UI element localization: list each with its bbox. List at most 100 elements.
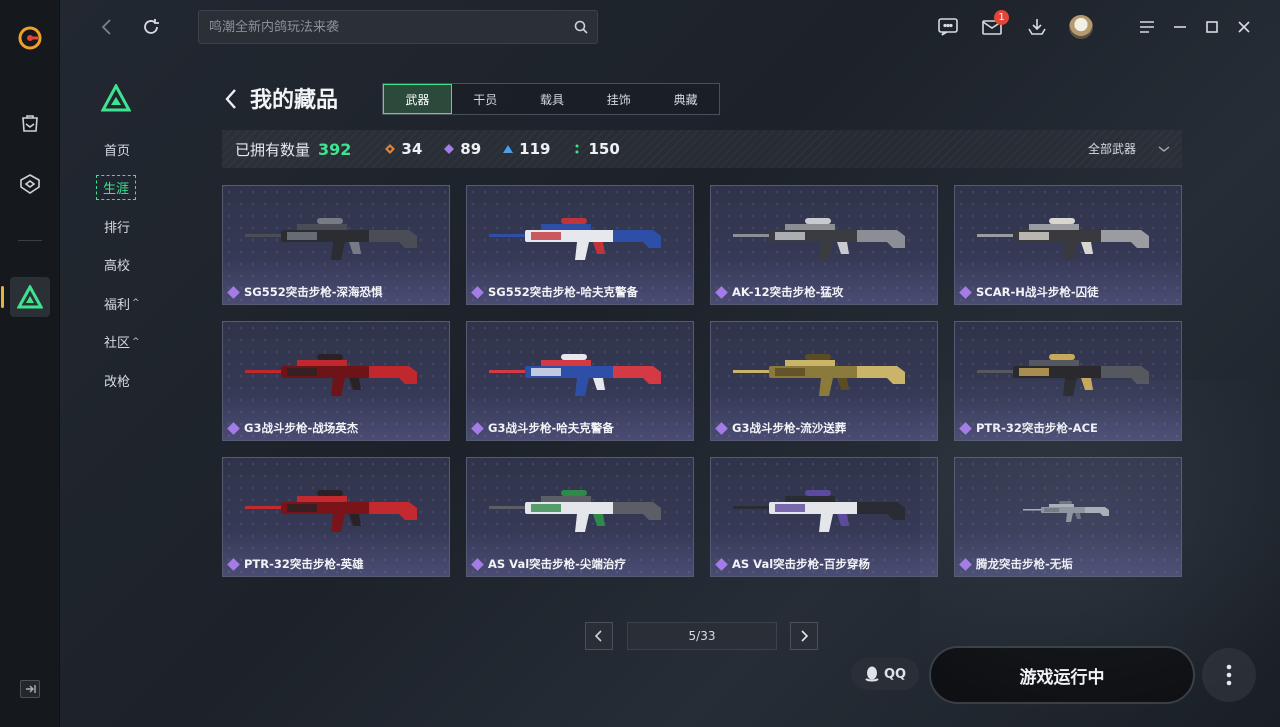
weapon-card[interactable]: AK-12突击步枪-猛攻 <box>710 185 938 305</box>
top-bar: 1 <box>60 0 1280 54</box>
owned-count: 392 <box>318 139 352 159</box>
tab-collection[interactable]: 典藏 <box>652 84 719 114</box>
qq-button[interactable]: QQ <box>851 658 919 690</box>
blue-triangle-icon <box>503 145 514 153</box>
chat-icon[interactable] <box>936 15 960 39</box>
weapon-name-row: PTR-32突击步枪-英雄 <box>227 556 364 572</box>
weapon-name-row: G3战斗步枪-哈夫克警备 <box>471 420 614 436</box>
subnav-item-home[interactable]: 首页 <box>94 130 164 169</box>
weapon-name-row: AK-12突击步枪-猛攻 <box>715 284 844 300</box>
weapon-card[interactable]: PTR-32突击步枪-ACE <box>954 321 1182 441</box>
weapon-filter-dropdown[interactable]: 全部武器 <box>1088 140 1170 157</box>
rifle-image <box>977 354 1149 396</box>
purple-rarity-icon <box>959 285 972 299</box>
search-box <box>198 10 598 44</box>
sub-navigation: 首页 生涯 排行 高校 福利 ^ 社区 ^ 改枪 <box>94 130 164 400</box>
weapon-card[interactable]: SG552突击步枪-哈夫克警备 <box>466 185 694 305</box>
maximize-icon[interactable] <box>1200 15 1224 39</box>
user-avatar[interactable] <box>1069 15 1093 39</box>
rail-divider <box>18 240 42 241</box>
weapon-name: G3战斗步枪-哈夫克警备 <box>488 421 614 435</box>
prev-page-button[interactable] <box>585 622 613 650</box>
purple-rarity-icon <box>471 421 484 435</box>
rifle-image <box>489 490 661 532</box>
weapon-name: G3战斗步枪-流沙送葬 <box>732 421 847 435</box>
rarity-stat-purple: 89 <box>444 140 481 158</box>
rifle-image <box>733 490 905 532</box>
weapon-card[interactable]: AS Val突击步枪-百步穿杨 <box>710 457 938 577</box>
tab-operators[interactable]: 干员 <box>452 84 519 114</box>
download-icon[interactable] <box>1025 15 1049 39</box>
left-rail <box>0 0 60 727</box>
weapon-card[interactable]: G3战斗步枪-哈夫克警备 <box>466 321 694 441</box>
mail-icon[interactable]: 1 <box>980 10 1009 39</box>
purple-rarity-icon <box>227 421 240 435</box>
minimize-icon[interactable] <box>1168 15 1192 39</box>
page-back-icon[interactable] <box>222 86 240 112</box>
weapon-name: SG552突击步枪-哈夫克警备 <box>488 285 638 299</box>
tab-vehicles[interactable]: 载具 <box>519 84 586 114</box>
close-icon[interactable] <box>1232 15 1256 39</box>
page-indicator: 5/33 <box>627 622 777 650</box>
weapon-name: 腾龙突击步枪-无垢 <box>976 557 1073 571</box>
purple-diamond-icon <box>444 144 455 154</box>
weapon-card[interactable]: PTR-32突击步枪-英雄 <box>222 457 450 577</box>
app-window: 1 首页 生涯 排行 高校 福利^ 社区^ 改枪 我的藏品 <box>0 0 1280 727</box>
tab-weapons[interactable]: 武器 <box>383 84 452 114</box>
weapon-name: AS Val突击步枪-尖端治疗 <box>488 557 626 571</box>
purple-rarity-icon <box>959 421 972 435</box>
store-bag-icon[interactable] <box>10 103 50 143</box>
purple-rarity-icon <box>959 557 972 571</box>
rarity-stat-blue: 119 <box>503 140 550 158</box>
chevron-down-icon <box>1158 145 1170 152</box>
rifle-image <box>489 218 661 260</box>
subnav-item-gunsmith[interactable]: 改枪 <box>94 361 164 400</box>
collapse-sidebar-icon[interactable] <box>20 680 40 698</box>
weapon-name: PTR-32突击步枪-英雄 <box>244 557 364 571</box>
tab-charms[interactable]: 挂饰 <box>585 84 652 114</box>
refresh-icon[interactable] <box>140 16 162 38</box>
qq-penguin-icon <box>865 666 879 682</box>
rarity-stat-green: 150 <box>572 140 620 158</box>
weapon-card[interactable]: SCAR-H战斗步枪-囚徒 <box>954 185 1182 305</box>
purple-rarity-icon <box>715 421 728 435</box>
weapon-name: SG552突击步枪-深海恐惧 <box>244 285 383 299</box>
weapon-card[interactable]: SG552突击步枪-深海恐惧 <box>222 185 450 305</box>
weapon-name: SCAR-H战斗步枪-囚徒 <box>976 285 1099 299</box>
weapon-card[interactable]: G3战斗步枪-流沙送葬 <box>710 321 938 441</box>
game-running-button[interactable]: 游戏运行中 <box>929 646 1195 704</box>
weapon-name-row: SG552突击步枪-深海恐惧 <box>227 284 383 300</box>
weapon-card[interactable]: AS Val突击步枪-尖端治疗 <box>466 457 694 577</box>
subnav-item-community[interactable]: 社区 ^ <box>94 323 164 362</box>
delta-force-game-icon[interactable] <box>10 277 50 317</box>
back-nav-icon[interactable] <box>96 16 118 38</box>
more-options-icon[interactable] <box>1202 648 1256 702</box>
weapon-name-row: SG552突击步枪-哈夫克警备 <box>471 284 638 300</box>
orange-diamond-icon <box>385 144 396 154</box>
game-logo-icon <box>100 82 132 112</box>
subnav-item-welfare[interactable]: 福利 ^ <box>94 284 164 323</box>
weapon-card[interactable]: G3战斗步枪-战场英杰 <box>222 321 450 441</box>
weapon-name: PTR-32突击步枪-ACE <box>976 421 1098 435</box>
search-input[interactable] <box>209 11 559 43</box>
weapon-name: AK-12突击步枪-猛攻 <box>732 285 844 299</box>
purple-rarity-icon <box>715 285 728 299</box>
stats-bar: 已拥有数量 392 34 89 119 150 全部武器 <box>222 130 1182 168</box>
menu-icon[interactable] <box>1135 15 1159 39</box>
app-logo-icon[interactable] <box>10 18 50 58</box>
owned-label: 已拥有数量 <box>235 140 311 159</box>
weapon-name-row: PTR-32突击步枪-ACE <box>959 420 1098 436</box>
purple-rarity-icon <box>715 557 728 571</box>
rifle-image <box>489 354 661 396</box>
next-page-button[interactable] <box>790 622 818 650</box>
game-shield-icon[interactable] <box>10 164 50 204</box>
subnav-item-career[interactable]: 生涯 <box>94 169 164 208</box>
weapon-card[interactable]: 腾龙突击步枪-无垢 <box>954 457 1182 577</box>
subnav-item-college[interactable]: 高校 <box>94 246 164 285</box>
weapon-name: AS Val突击步枪-百步穿杨 <box>732 557 870 571</box>
expand-caret-icon: ^ <box>132 298 140 309</box>
category-tabs: 武器 干员 载具 挂饰 典藏 <box>382 83 720 115</box>
search-icon[interactable] <box>573 19 589 35</box>
expand-caret-icon: ^ <box>132 336 140 347</box>
subnav-item-ranking[interactable]: 排行 <box>94 207 164 246</box>
